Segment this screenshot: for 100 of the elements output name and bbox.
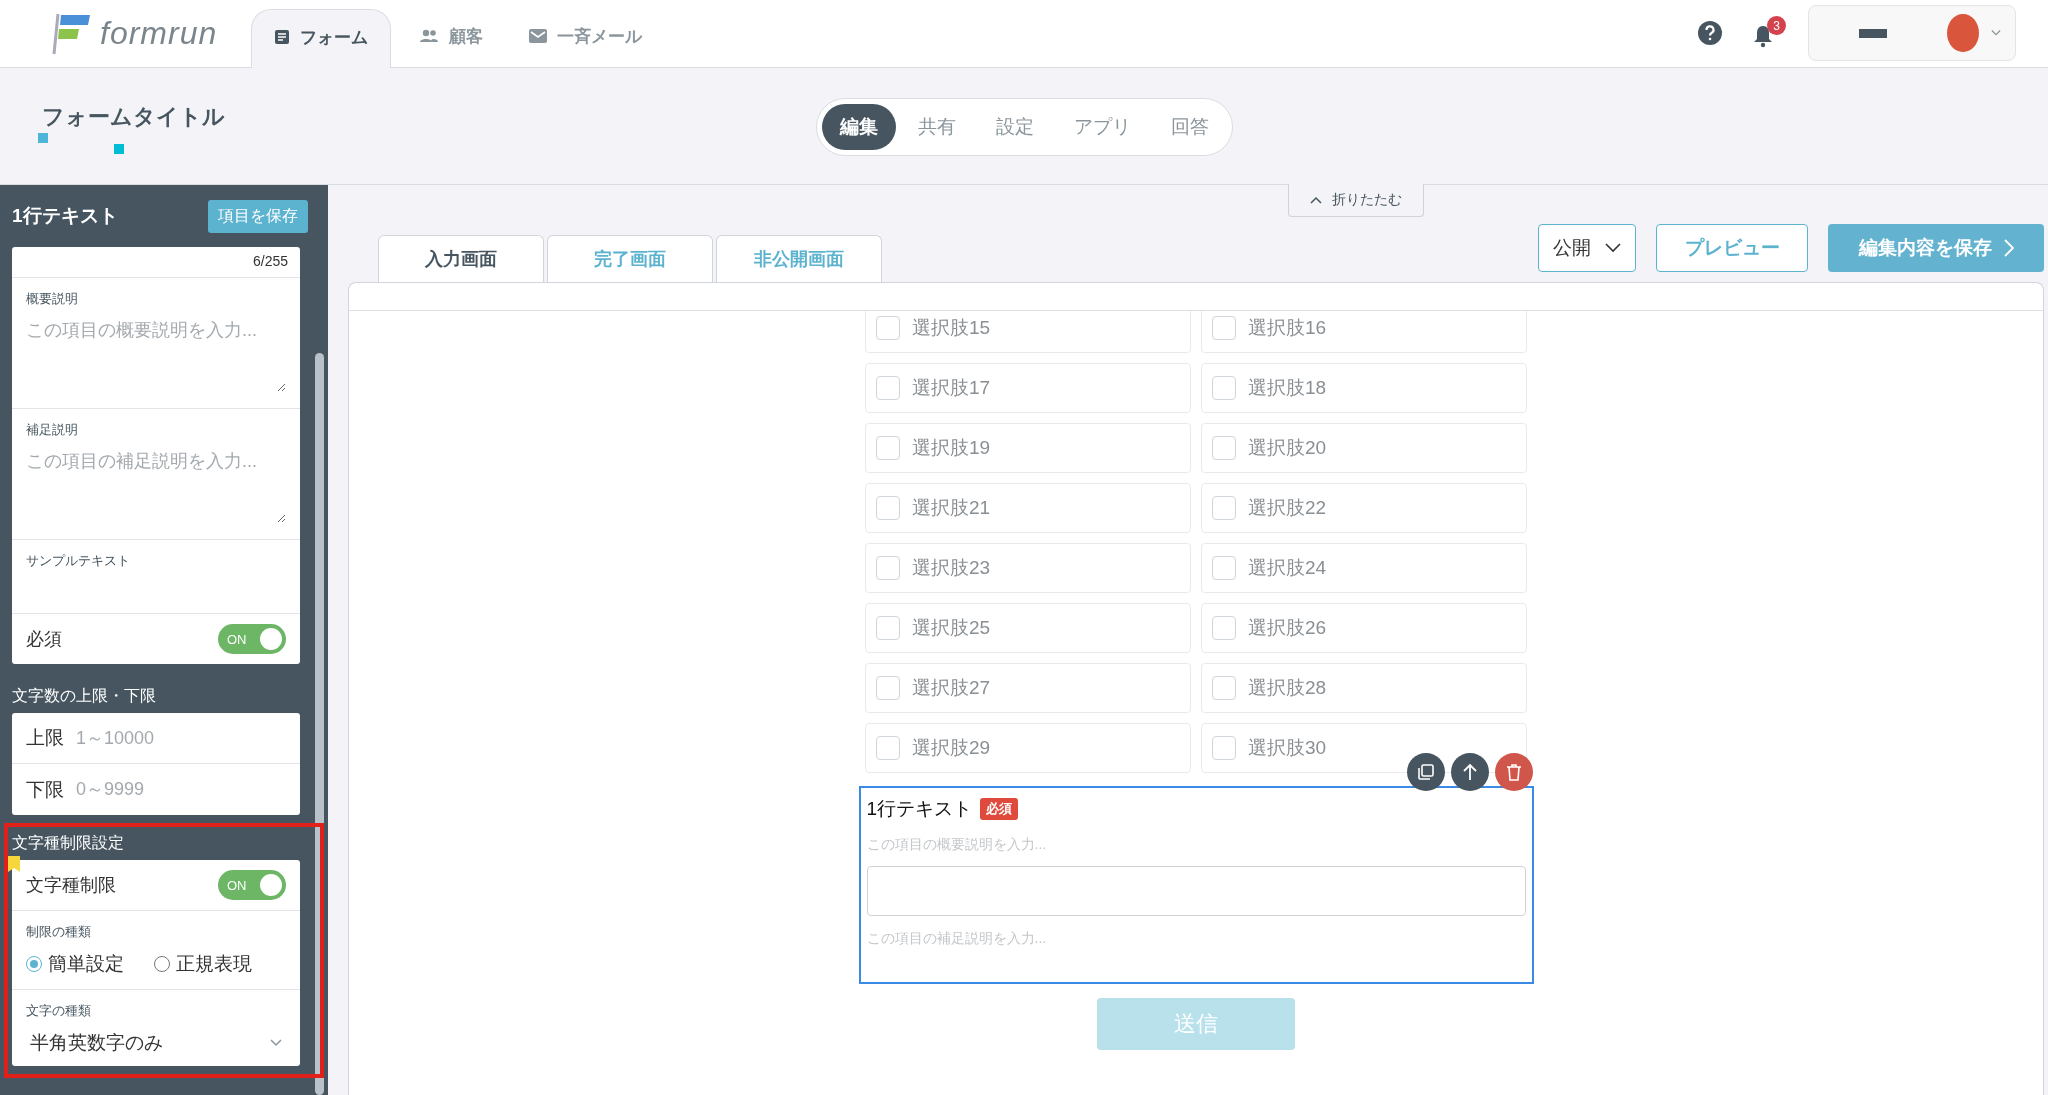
choice-option[interactable]: 選択肢27: [865, 663, 1191, 713]
checkbox[interactable]: [1212, 616, 1236, 640]
choice-label: 選択肢23: [912, 556, 991, 580]
checkbox[interactable]: [1212, 496, 1236, 520]
choice-option[interactable]: 選択肢24: [1201, 543, 1527, 593]
choice-option[interactable]: 選択肢30: [1201, 723, 1527, 773]
toggle-switch[interactable]: ON: [218, 870, 286, 900]
mode-tab[interactable]: 回答: [1152, 104, 1227, 150]
checkbox[interactable]: [1212, 376, 1236, 400]
mode-tab[interactable]: 共有: [899, 104, 974, 150]
choice-option[interactable]: 選択肢23: [865, 543, 1191, 593]
field-label: 下限: [26, 777, 64, 802]
choice-label: 選択肢15: [912, 316, 991, 340]
chevron-down-icon: [270, 1039, 282, 1047]
checkbox[interactable]: [876, 316, 900, 340]
choice-option[interactable]: 選択肢26: [1201, 603, 1527, 653]
notification-badge: 3: [1767, 16, 1786, 35]
field-label: 概要説明: [26, 290, 79, 308]
checkbox[interactable]: [1212, 676, 1236, 700]
save-item-button[interactable]: 項目を保存: [208, 199, 308, 233]
choice-label: 選択肢27: [912, 676, 991, 700]
copy-icon: [1417, 763, 1435, 781]
choice-label: 選択肢30: [1248, 736, 1327, 760]
nav-tab[interactable]: 顧客: [401, 9, 502, 67]
mode-tab[interactable]: 設定: [977, 104, 1052, 150]
marker-square: [114, 144, 124, 154]
textarea-field[interactable]: この項目の概要説明を入力...: [26, 318, 286, 392]
collapse-button[interactable]: 折りたたむ: [1288, 184, 1424, 217]
checkbox[interactable]: [876, 676, 900, 700]
chevron-up-icon: [1310, 196, 1322, 204]
choice-label: 選択肢21: [912, 496, 991, 520]
envelope-icon: [529, 29, 548, 43]
choice-option[interactable]: 選択肢17: [865, 363, 1191, 413]
logo-text: formrun: [100, 15, 218, 52]
choice-option[interactable]: 選択肢22: [1201, 483, 1527, 533]
choice-option[interactable]: 選択肢19: [865, 423, 1191, 473]
choice-option[interactable]: 選択肢28: [1201, 663, 1527, 713]
checkbox[interactable]: [876, 436, 900, 460]
toggle-label: 文字種制限: [26, 874, 116, 897]
checkbox[interactable]: [876, 616, 900, 640]
field-title: 1行テキスト: [866, 797, 973, 821]
mode-tab[interactable]: アプリ: [1055, 104, 1149, 150]
char-type-select[interactable]: 半角英数字のみ: [26, 1030, 286, 1056]
checkbox[interactable]: [876, 556, 900, 580]
checkbox[interactable]: [876, 376, 900, 400]
text-input-field[interactable]: [866, 866, 1526, 916]
toggle-label: 必須: [26, 628, 62, 651]
checkbox[interactable]: [876, 736, 900, 760]
redaction-bar: [1859, 28, 1888, 38]
choice-option[interactable]: 選択肢25: [865, 603, 1191, 653]
panel-title: 1行テキスト: [12, 204, 118, 228]
marker-square: [38, 133, 48, 143]
toggle-switch[interactable]: ON: [218, 624, 286, 654]
publish-select[interactable]: 公開: [1538, 224, 1636, 272]
checkbox[interactable]: [1212, 436, 1236, 460]
choice-option[interactable]: 選択肢15: [865, 311, 1191, 353]
sample-text-field[interactable]: サンプルテキスト: [12, 540, 300, 614]
field-label: 文字の種類: [26, 1002, 92, 1020]
radio-option[interactable]: 正規表現: [154, 951, 252, 977]
selected-field-frame[interactable]: 1行テキスト 必須 この項目の概要説明を入力... この項目の補足説明を入力...: [858, 786, 1534, 984]
choice-label: 選択肢20: [1248, 436, 1327, 460]
choice-label: 選択肢26: [1248, 616, 1327, 640]
description-hint: この項目の概要説明を入力...: [866, 836, 1048, 854]
flag-logo-icon: [52, 11, 92, 56]
textarea-field[interactable]: この項目の補足説明を入力...: [26, 449, 286, 523]
bell-icon[interactable]: [1752, 24, 1774, 48]
screen-tab[interactable]: 入力画面: [378, 235, 544, 282]
radio-option[interactable]: 簡単設定: [26, 951, 124, 977]
screen-tab[interactable]: 非公開画面: [716, 235, 882, 282]
save-button[interactable]: 編集内容を保存: [1828, 224, 2044, 272]
choice-label: 選択肢24: [1248, 556, 1327, 580]
field-label: 上限: [26, 726, 64, 750]
help-icon[interactable]: [1698, 21, 1722, 45]
scrollbar[interactable]: [315, 353, 324, 1095]
nav-tab[interactable]: 一斉メール: [511, 9, 661, 67]
mode-tab[interactable]: 編集: [821, 104, 896, 150]
document-icon: [274, 29, 291, 45]
nav-tab[interactable]: フォーム: [251, 9, 392, 68]
checkbox[interactable]: [1212, 736, 1236, 760]
choice-option[interactable]: 選択肢29: [865, 723, 1191, 773]
checkbox[interactable]: [1212, 556, 1236, 580]
field-label: 補足説明: [26, 421, 79, 439]
delete-button[interactable]: [1495, 753, 1533, 791]
chevron-right-icon: [2003, 239, 2014, 257]
checkbox[interactable]: [1212, 316, 1236, 340]
avatar: [1947, 14, 1979, 52]
user-menu[interactable]: [1808, 5, 2016, 61]
form-title: フォームタイトル: [42, 103, 225, 131]
choice-label: 選択肢25: [912, 616, 991, 640]
preview-button[interactable]: プレビュー: [1656, 224, 1808, 272]
chevron-down-icon: [1991, 29, 2001, 37]
section-title: 文字種制限設定: [12, 833, 125, 853]
choice-option[interactable]: 選択肢21: [865, 483, 1191, 533]
screen-tab[interactable]: 完了画面: [547, 235, 713, 282]
checkbox[interactable]: [876, 496, 900, 520]
choice-option[interactable]: 選択肢16: [1201, 311, 1527, 353]
char-counter: 6/255: [12, 247, 300, 278]
choice-option[interactable]: 選択肢20: [1201, 423, 1527, 473]
choice-label: 選択肢17: [912, 376, 991, 400]
choice-option[interactable]: 選択肢18: [1201, 363, 1527, 413]
